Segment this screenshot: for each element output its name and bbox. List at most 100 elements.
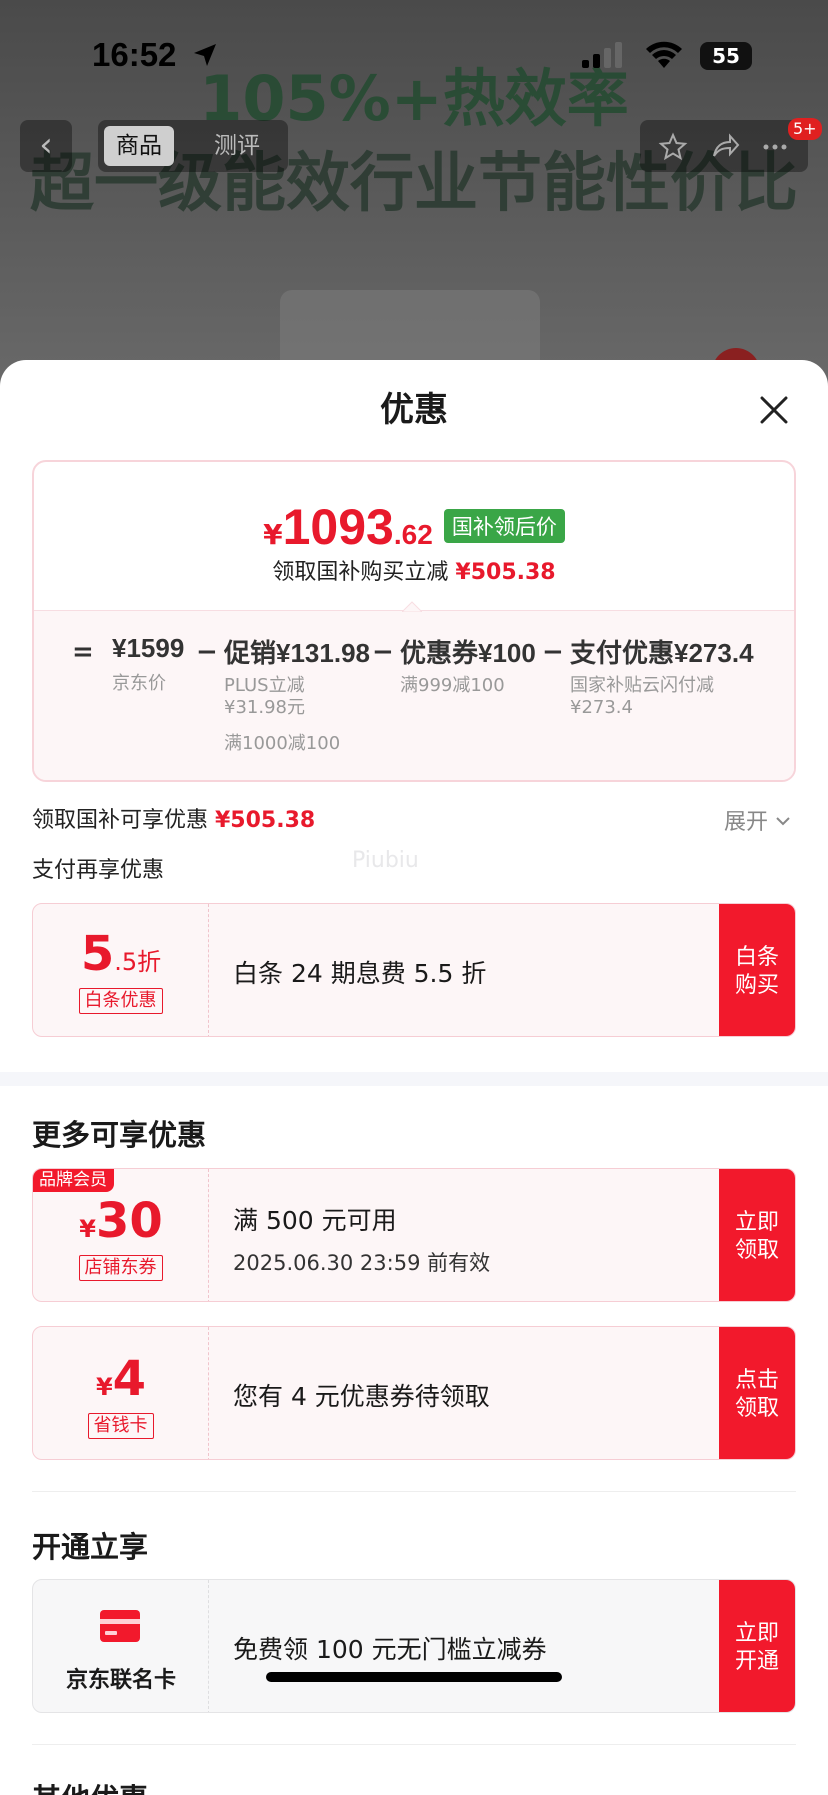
back-button[interactable]: ‹ xyxy=(20,120,72,172)
breakdown-payment: 支付优惠¥273.4 xyxy=(570,638,754,668)
price-integer: 1093 xyxy=(282,499,394,555)
brand-member-badge: 品牌会员 xyxy=(33,1169,114,1192)
coupon-value: 4 xyxy=(112,1351,147,1407)
minus-sign: − xyxy=(542,637,564,667)
subsidy-row-amount: ¥505.38 xyxy=(215,808,316,833)
coupon-type-label: 店铺东券 xyxy=(78,1255,163,1281)
savings-card-coupon: ¥4 省钱卡 您有 4 元优惠券待领取 点击 领取 xyxy=(32,1326,796,1460)
button-line-2: 领取 xyxy=(734,1396,779,1421)
equals-sign: = xyxy=(72,637,94,667)
close-icon[interactable] xyxy=(756,392,792,428)
credit-card-icon xyxy=(100,1610,140,1642)
divider xyxy=(32,1744,796,1745)
watermark: Piubiu xyxy=(352,848,419,873)
expand-label: 展开 xyxy=(724,810,769,835)
button-line-1: 白条 xyxy=(734,945,779,970)
store-coupon: ¥30 店铺东券 品牌会员 满 500 元可用 2025.06.30 23:59… xyxy=(32,1168,796,1302)
status-time: 16:52 xyxy=(92,36,177,73)
cobrand-card-offer: 京东联名卡 免费领 100 元无门槛立减券 立即 开通 xyxy=(32,1579,796,1713)
claim-savings-button[interactable]: 点击 领取 xyxy=(719,1327,795,1459)
final-price: ¥1093.62 国补领后价 xyxy=(34,498,794,556)
coupon-left: ¥4 省钱卡 xyxy=(33,1327,209,1459)
home-indicator xyxy=(266,1672,562,1682)
baitiao-label: 白条优惠 xyxy=(78,988,163,1014)
coupon-expiry: 2025.06.30 23:59 前有效 xyxy=(233,1251,491,1275)
button-line-1: 立即 xyxy=(734,1621,779,1646)
button-line-1: 点击 xyxy=(734,1368,779,1393)
baitiao-buy-button[interactable]: 白条 购买 xyxy=(719,904,795,1036)
button-line-2: 领取 xyxy=(734,1238,779,1263)
breakdown-coupon: 优惠券¥100 xyxy=(400,638,536,668)
subsidy-row-text: 领取国补可享优惠 xyxy=(32,808,215,833)
tab-review[interactable]: 测评 xyxy=(202,126,272,166)
cellular-signal-icon xyxy=(582,42,622,68)
minus-sign: − xyxy=(372,637,394,667)
coupon-currency: ¥ xyxy=(95,1373,113,1401)
status-bar: 16:52 55 xyxy=(0,0,828,100)
section-divider xyxy=(0,1072,828,1086)
claim-coupon-button[interactable]: 立即 领取 xyxy=(719,1169,795,1301)
card-name: 京东联名卡 xyxy=(65,1668,176,1693)
subsidy-price-tag: 国补领后价 xyxy=(443,509,565,543)
divider xyxy=(32,1491,796,1492)
sheet-title: 优惠 xyxy=(380,390,448,430)
battery-icon: 55 xyxy=(700,42,752,70)
tab-product[interactable]: 商品 xyxy=(104,126,174,166)
button-line-2: 开通 xyxy=(734,1649,779,1674)
coupon-details: 您有 4 元优惠券待领取 xyxy=(233,1327,743,1459)
breakdown-payment-amount: ¥273.4 xyxy=(570,697,633,718)
baitiao-desc: 白条 24 期息费 5.5 折 xyxy=(233,959,487,988)
star-icon[interactable] xyxy=(658,132,688,162)
baitiao-discount-small: .5折 xyxy=(114,948,162,976)
breakdown-promo-amount: ¥31.98元 xyxy=(224,697,305,718)
nav-tabs: 商品 测评 xyxy=(98,120,288,172)
coupon-amount: ¥4 xyxy=(33,1351,209,1407)
breakdown-promo-label: PLUS立减 xyxy=(224,675,305,696)
coupon-description: 您有 4 元优惠券待领取 xyxy=(233,1382,490,1411)
wifi-icon xyxy=(646,41,682,68)
location-arrow-icon xyxy=(194,44,216,66)
breakdown-promo: 促销¥131.98 xyxy=(224,638,370,668)
coupon-value: 30 xyxy=(95,1193,163,1249)
pay-discount-title: 支付再享优惠 xyxy=(32,858,165,883)
coupon-amount: ¥30 xyxy=(33,1193,209,1249)
coupon-details: 白条 24 期息费 5.5 折 xyxy=(233,904,743,1036)
open-benefits-title: 开通立享 xyxy=(32,1530,149,1564)
price-decimal: .62 xyxy=(393,519,433,550)
coupon-left: 京东联名卡 xyxy=(33,1580,209,1712)
message-badge: 5+ xyxy=(788,118,822,140)
open-card-button[interactable]: 立即 开通 xyxy=(719,1580,795,1712)
minus-sign: − xyxy=(196,637,218,667)
coupon-currency: ¥ xyxy=(79,1215,96,1243)
caret-up-icon xyxy=(402,601,422,612)
coupon-details: 免费领 100 元无门槛立减券 xyxy=(233,1580,743,1712)
nav-actions xyxy=(640,120,808,172)
breakdown-promo-rule: 满1000减100 xyxy=(224,733,341,754)
card-offer-text: 免费领 100 元无门槛立减券 xyxy=(233,1635,547,1664)
share-icon[interactable] xyxy=(710,132,740,162)
price-currency: ¥ xyxy=(263,518,283,551)
subline-text: 领取国补购买立减 xyxy=(272,560,456,585)
baitiao-coupon: 5.5折 白条优惠 白条 24 期息费 5.5 折 白条 购买 xyxy=(32,903,796,1037)
subline-amount: ¥505.38 xyxy=(455,560,556,585)
coupon-condition: 满 500 元可用 xyxy=(233,1206,397,1235)
price-subline: 领取国补购买立减 ¥505.38 xyxy=(34,554,794,586)
coupon-left: 5.5折 白条优惠 xyxy=(33,904,209,1036)
button-line-2: 购买 xyxy=(734,973,779,998)
breakdown-coupon-rule: 满999减100 xyxy=(400,675,505,696)
chevron-down-icon xyxy=(776,817,790,826)
button-line-1: 立即 xyxy=(734,1210,779,1235)
baitiao-discount: 5.5折 xyxy=(33,926,209,982)
coupon-type-label: 省钱卡 xyxy=(87,1413,154,1439)
price-breakdown: = ¥1599 京东价 − 促销¥131.98 PLUS立减 ¥31.98元 满… xyxy=(34,610,794,780)
price-card: ¥1093.62 国补领后价 领取国补购买立减 ¥505.38 = ¥1599 … xyxy=(32,460,796,782)
breakdown-jd-price-label: 京东价 xyxy=(112,673,166,694)
expand-button[interactable]: 展开 xyxy=(724,804,791,836)
subsidy-row: 领取国补可享优惠 ¥505.38 xyxy=(32,802,315,834)
baitiao-discount-big: 5 xyxy=(80,926,115,982)
product-nav-bar: ‹ 商品 测评 5+ xyxy=(20,118,822,174)
more-icon[interactable] xyxy=(760,132,790,162)
breakdown-payment-label: 国家补贴云闪付减 xyxy=(570,675,714,696)
coupon-details: 满 500 元可用 2025.06.30 23:59 前有效 xyxy=(233,1169,743,1301)
breakdown-jd-price: ¥1599 xyxy=(112,633,185,663)
